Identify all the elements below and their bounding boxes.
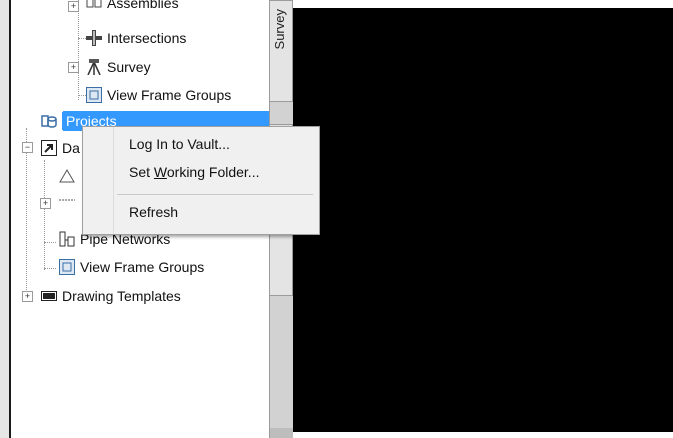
pipe-network-icon [59, 231, 75, 247]
intersections-icon [86, 30, 102, 46]
menu-item-log-in-to-vault[interactable]: Log In to Vault... [129, 136, 230, 152]
expand-toggle[interactable]: + [40, 198, 51, 209]
app-window: + Assemblies Intersections + Survey View… [0, 0, 673, 438]
tree-connector [44, 160, 45, 270]
view-frame-icon [59, 259, 75, 275]
canvas-top-border [293, 0, 673, 8]
tree-item-label: Da [62, 140, 80, 156]
expand-toggle[interactable]: + [22, 291, 33, 302]
tree-item-label: Survey [107, 59, 151, 75]
menu-separator [117, 194, 313, 195]
assemblies-icon [86, 0, 102, 11]
left-strip [0, 0, 9, 438]
tree-item-data-shortcuts[interactable]: Da [41, 137, 80, 159]
tree-item-label: Assemblies [107, 0, 179, 11]
dwt-icon [41, 288, 57, 304]
canvas-bottom-border [293, 432, 673, 438]
tree-item-drawing-templates[interactable]: Drawing Templates [41, 285, 181, 307]
tree-connector [44, 242, 56, 243]
menu-gutter [113, 127, 114, 234]
tree-item-view-frame-groups-2[interactable]: View Frame Groups [59, 256, 204, 278]
tree-item-label: View Frame Groups [80, 259, 205, 275]
view-frame-icon [86, 87, 102, 103]
tree-item-label: Drawing Templates [62, 288, 181, 304]
tree-item-survey[interactable]: Survey [86, 56, 151, 78]
tree-item-hidden-2[interactable] [59, 189, 80, 211]
tree-item-hidden-1[interactable] [59, 165, 80, 187]
expand-toggle[interactable]: + [68, 1, 79, 12]
expand-toggle[interactable]: + [68, 62, 79, 73]
tree-item-intersections[interactable]: Intersections [86, 27, 186, 49]
menu-item-set-working-folder[interactable]: Set Working Folder... [129, 164, 259, 180]
tree-item-label: View Frame Groups [107, 87, 232, 103]
surface-icon [59, 168, 75, 184]
tree-connector [44, 268, 56, 269]
expand-toggle[interactable]: − [22, 142, 33, 153]
tree-item-view-frame-groups[interactable]: View Frame Groups [86, 84, 231, 106]
shortcut-icon [41, 140, 57, 156]
menu-item-refresh[interactable]: Refresh [129, 204, 178, 220]
tree-connector [26, 128, 27, 296]
side-tab-footer [270, 428, 294, 438]
tree-connector [78, 0, 79, 100]
tree-item-label: Intersections [107, 30, 187, 46]
tab-survey-label: Survey [272, 9, 287, 50]
survey-icon [86, 59, 102, 76]
drawing-canvas[interactable] [293, 0, 673, 438]
tab-survey[interactable]: Survey [270, 0, 293, 102]
context-menu: Log In to Vault... Set Working Folder...… [82, 126, 320, 235]
tree-item-assemblies[interactable]: Assemblies [86, 0, 179, 14]
alignment-icon [59, 192, 75, 208]
projects-icon [41, 113, 57, 129]
